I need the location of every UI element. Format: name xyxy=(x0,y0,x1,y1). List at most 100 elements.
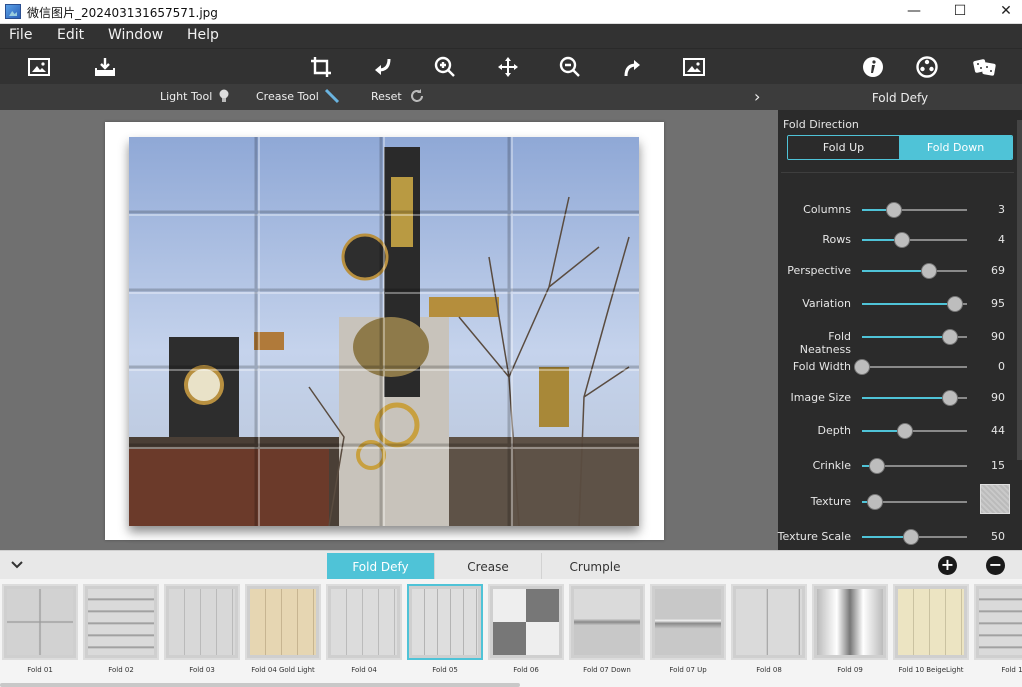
preset-thumbnail[interactable] xyxy=(812,584,888,660)
slider-knob[interactable] xyxy=(868,458,885,474)
slider-track[interactable] xyxy=(862,232,967,248)
slider-track[interactable] xyxy=(862,529,967,545)
slider-track[interactable] xyxy=(862,202,967,218)
preset-thumbnail[interactable] xyxy=(245,584,321,660)
move-icon[interactable] xyxy=(493,52,523,82)
slider-knob[interactable] xyxy=(893,232,910,248)
preset-thumbnail[interactable] xyxy=(731,584,807,660)
slider-label: Texture Scale xyxy=(777,530,851,543)
slider-fill xyxy=(862,336,951,338)
preset-thumbnail[interactable] xyxy=(407,584,483,660)
expand-panel-icon[interactable]: › xyxy=(754,87,760,106)
slider-value: 90 xyxy=(991,330,1005,343)
tab-fold-defy[interactable]: Fold Defy xyxy=(327,553,434,579)
preset-preview xyxy=(412,589,478,655)
slider-knob[interactable] xyxy=(897,423,914,439)
panel-scrollbar[interactable] xyxy=(1017,120,1022,460)
slider-knob[interactable] xyxy=(866,494,883,510)
fit-image-icon[interactable] xyxy=(679,52,709,82)
remove-preset-button[interactable]: − xyxy=(986,556,1005,575)
preset-thumbnail[interactable] xyxy=(488,584,564,660)
fold-up-button[interactable]: Fold Up xyxy=(788,136,899,159)
info-icon[interactable] xyxy=(858,52,888,82)
preset-scrollbar[interactable] xyxy=(0,683,520,687)
slider-track[interactable] xyxy=(862,263,967,279)
reset-icon[interactable] xyxy=(409,88,425,104)
slider-label: Depth xyxy=(817,424,851,437)
fold-down-button[interactable]: Fold Down xyxy=(899,136,1012,159)
close-button[interactable]: ✕ xyxy=(983,0,1022,24)
preset-thumbnail[interactable] xyxy=(650,584,726,660)
open-image-icon[interactable] xyxy=(24,52,54,82)
collapse-chevron-icon[interactable] xyxy=(10,558,24,572)
tab-crumple[interactable]: Crumple xyxy=(541,553,648,579)
preset-label: Fold 09 xyxy=(837,666,863,674)
maximize-button[interactable]: ☐ xyxy=(937,0,983,24)
panel-header: Fold Defy xyxy=(778,84,1022,110)
fold-direction-label: Fold Direction xyxy=(783,118,859,131)
menu-edit[interactable]: Edit xyxy=(57,27,84,43)
rotate-right-icon[interactable] xyxy=(617,52,647,82)
preset-label: Fold 04 xyxy=(351,666,377,674)
effects-icon[interactable] xyxy=(912,52,942,82)
add-preset-button[interactable]: + xyxy=(938,556,957,575)
image-canvas[interactable] xyxy=(0,110,778,550)
slider-knob[interactable] xyxy=(854,359,870,375)
random-dice-icon[interactable] xyxy=(970,52,1000,82)
preset-preview xyxy=(574,589,640,655)
slider-track[interactable] xyxy=(862,329,967,345)
slider-label: Fold Width xyxy=(792,360,851,373)
minimize-button[interactable]: — xyxy=(891,0,937,24)
preset-label: Fold 01 xyxy=(27,666,53,674)
crease-tool-label[interactable]: Crease Tool xyxy=(256,90,319,103)
preset-preview xyxy=(250,589,316,655)
preset-label: Fold 02 xyxy=(108,666,134,674)
preset-thumbnail[interactable] xyxy=(164,584,240,660)
preset-thumbnail[interactable] xyxy=(2,584,78,660)
menu-file[interactable]: File xyxy=(9,27,32,43)
rotate-left-icon[interactable] xyxy=(368,52,398,82)
preset-preview xyxy=(736,589,802,655)
slider-label: Fold Neatness xyxy=(799,330,851,356)
preset-label: Fold 07 Up xyxy=(669,666,707,674)
crop-icon[interactable] xyxy=(306,52,336,82)
preset-preview xyxy=(7,589,73,655)
slider-track[interactable] xyxy=(854,359,967,375)
slider-track[interactable] xyxy=(862,390,967,406)
crease-tool-icon[interactable] xyxy=(324,88,340,104)
preset-strip: Fold 01 Fold 02 Fold 03 Fold 04 Gold Light F… xyxy=(0,579,1022,687)
zoom-in-icon[interactable] xyxy=(430,52,460,82)
preset-preview xyxy=(898,589,964,655)
menu-help[interactable]: Help xyxy=(187,27,219,43)
slider-fill xyxy=(862,303,956,305)
preset-thumbnail[interactable] xyxy=(974,584,1022,660)
slider-track[interactable] xyxy=(862,423,967,439)
light-bulb-icon[interactable] xyxy=(216,88,232,104)
slider-track[interactable] xyxy=(862,458,967,474)
preset-thumbnail[interactable] xyxy=(326,584,402,660)
slider-track[interactable] xyxy=(862,296,967,312)
preset-preview xyxy=(331,589,397,655)
slider-label: Image Size xyxy=(790,391,851,404)
preset-label: Fold 10 BeigeLight xyxy=(898,666,964,674)
zoom-out-icon[interactable] xyxy=(555,52,585,82)
slider-value: 15 xyxy=(991,459,1005,472)
preset-thumbnail[interactable] xyxy=(83,584,159,660)
menu-window[interactable]: Window xyxy=(108,27,163,43)
slider-value: 44 xyxy=(991,424,1005,437)
slider-knob[interactable] xyxy=(885,202,902,218)
preset-label: Fold 07 Down xyxy=(583,666,631,674)
save-image-icon[interactable] xyxy=(90,52,120,82)
reset-label[interactable]: Reset xyxy=(371,90,402,103)
tab-crease[interactable]: Crease xyxy=(434,553,541,579)
toolbar xyxy=(0,48,1022,84)
menu-bar: File Edit Window Help xyxy=(0,24,1022,48)
folded-photo[interactable] xyxy=(129,137,639,526)
slider-track[interactable] xyxy=(862,494,967,510)
texture-swatch[interactable] xyxy=(980,484,1010,514)
app-icon xyxy=(5,4,21,19)
preset-thumbnail[interactable] xyxy=(893,584,969,660)
preset-preview xyxy=(817,589,883,655)
light-tool-label[interactable]: Light Tool xyxy=(160,90,212,103)
preset-thumbnail[interactable] xyxy=(569,584,645,660)
